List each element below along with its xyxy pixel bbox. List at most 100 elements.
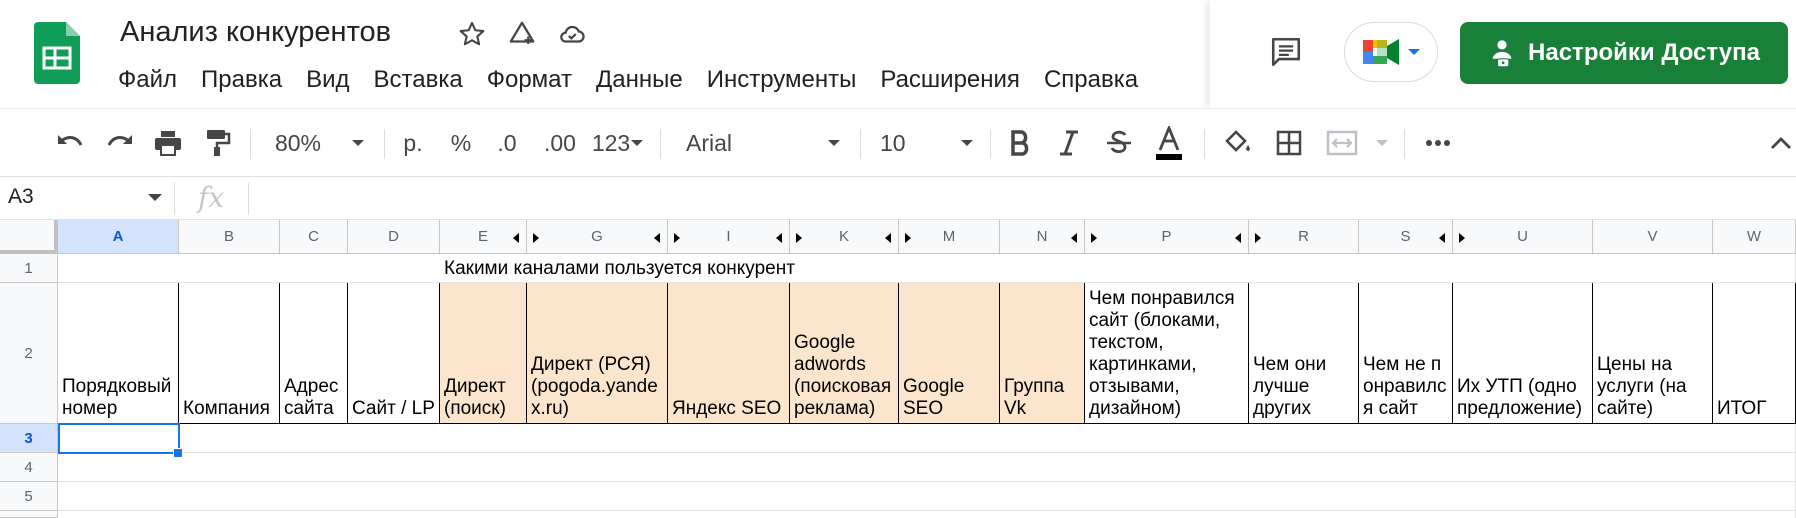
header-cell-direct-search[interactable]: Директ (поиск): [440, 283, 527, 424]
meet-button[interactable]: [1344, 22, 1438, 82]
font-size-select[interactable]: 10: [880, 109, 920, 177]
name-box-dropdown-icon[interactable]: [148, 194, 162, 201]
column-header-u[interactable]: U: [1453, 220, 1593, 254]
row-5[interactable]: [58, 482, 1796, 511]
font-dropdown-icon[interactable]: [822, 109, 846, 177]
header-cell-liked[interactable]: Чем понравился сайт (блоками, текстом, к…: [1085, 283, 1249, 424]
hidden-columns-left-icon[interactable]: [1235, 233, 1241, 243]
header-cell-better[interactable]: Чем они лучше других: [1249, 283, 1359, 424]
menu-help[interactable]: Справка: [1032, 66, 1150, 94]
column-header-d[interactable]: D: [348, 220, 440, 254]
header-cell-site-lp[interactable]: Сайт / LP: [348, 283, 440, 424]
fill-color-icon[interactable]: [1218, 109, 1256, 177]
column-header-i[interactable]: I: [668, 220, 790, 254]
hidden-columns-right-icon[interactable]: [1091, 233, 1097, 243]
more-options-icon[interactable]: [1420, 109, 1456, 177]
share-button[interactable]: Настройки Доступа: [1460, 22, 1788, 84]
font-size-dropdown-icon[interactable]: [955, 109, 979, 177]
menu-insert[interactable]: Вставка: [362, 66, 475, 94]
collapse-toolbar-icon[interactable]: [1766, 109, 1796, 177]
zoom-select[interactable]: 80%: [268, 109, 328, 177]
column-header-c[interactable]: C: [280, 220, 348, 254]
text-color-icon[interactable]: [1150, 109, 1188, 177]
more-formats-dropdown-icon[interactable]: [628, 109, 646, 177]
hidden-columns-left-icon[interactable]: [1071, 233, 1077, 243]
menu-view[interactable]: Вид: [294, 66, 361, 94]
bold-icon[interactable]: [1004, 109, 1038, 177]
row-3[interactable]: [58, 424, 1796, 453]
row-header-3[interactable]: 3: [0, 424, 58, 453]
percent-format-button[interactable]: %: [448, 109, 474, 177]
header-cell-site-address[interactable]: Адрес сайта: [280, 283, 348, 424]
menu-format[interactable]: Формат: [475, 66, 584, 94]
header-cell-direct-rsya[interactable]: Директ (РСЯ) (pogoda.yandex.ru): [527, 283, 668, 424]
undo-icon[interactable]: [50, 109, 90, 177]
row-6[interactable]: [58, 511, 1796, 518]
strikethrough-icon[interactable]: [1102, 109, 1136, 177]
hidden-columns-left-icon[interactable]: [513, 233, 519, 243]
decrease-decimal-label: .0: [497, 129, 517, 156]
star-icon[interactable]: [456, 18, 488, 50]
column-header-g[interactable]: G: [527, 220, 668, 254]
row-header-5[interactable]: 5: [0, 482, 58, 511]
column-header-a[interactable]: A: [58, 220, 179, 254]
column-header-k[interactable]: K: [790, 220, 899, 254]
decrease-decimal-button[interactable]: .0: [490, 109, 524, 177]
fill-handle[interactable]: [173, 448, 183, 458]
row-header-2[interactable]: 2: [0, 283, 58, 424]
hidden-columns-left-icon[interactable]: [776, 233, 782, 243]
hidden-columns-right-icon[interactable]: [905, 233, 911, 243]
move-to-folder-icon[interactable]: [506, 18, 538, 50]
header-cell-prices[interactable]: Цены на услуги (на сайте): [1593, 283, 1713, 424]
column-header-w[interactable]: W: [1713, 220, 1796, 254]
hidden-columns-left-icon[interactable]: [1439, 233, 1445, 243]
header-cell-disliked[interactable]: Чем не понравился сайт: [1359, 283, 1453, 424]
header-cell-google-adwords[interactable]: Google adwords (поисковая реклама): [790, 283, 899, 424]
header-cell-company[interactable]: Компания: [179, 283, 280, 424]
header-cell-number[interactable]: Порядковый номер: [58, 283, 179, 424]
hidden-columns-left-icon[interactable]: [885, 233, 891, 243]
zoom-dropdown-icon[interactable]: [346, 109, 370, 177]
header-cell-usp[interactable]: Их УТП (одно предложение): [1453, 283, 1593, 424]
header-cell-vk-group[interactable]: Группа Vk: [1000, 283, 1085, 424]
redo-icon[interactable]: [100, 109, 140, 177]
increase-decimal-button[interactable]: .00: [540, 109, 580, 177]
selected-cell[interactable]: [58, 423, 180, 454]
name-box[interactable]: A3: [8, 185, 34, 209]
column-header-m[interactable]: M: [899, 220, 1000, 254]
menu-extensions[interactable]: Расширения: [868, 66, 1032, 94]
row-header-4[interactable]: 4: [0, 453, 58, 482]
hidden-columns-left-icon[interactable]: [654, 233, 660, 243]
paint-format-icon[interactable]: [198, 109, 238, 177]
column-header-b[interactable]: B: [179, 220, 280, 254]
hidden-columns-right-icon[interactable]: [1459, 233, 1465, 243]
header-cell-yandex-seo[interactable]: Яндекс SEO: [668, 283, 790, 424]
menu-edit[interactable]: Правка: [189, 66, 294, 94]
italic-icon[interactable]: [1052, 109, 1086, 177]
hidden-columns-right-icon[interactable]: [533, 233, 539, 243]
header-cell-total[interactable]: ИТОГ: [1713, 283, 1796, 424]
row-4[interactable]: [58, 453, 1796, 482]
font-select[interactable]: Arial: [686, 109, 746, 177]
menu-file[interactable]: Файл: [118, 66, 189, 94]
header-cell-google-seo[interactable]: Google SEO: [899, 283, 1000, 424]
document-title[interactable]: Анализ конкурентов: [120, 16, 391, 49]
row-header-1[interactable]: 1: [0, 254, 58, 283]
group-title-cell[interactable]: Какими каналами пользуется конкурент: [440, 254, 1040, 283]
column-header-v[interactable]: V: [1593, 220, 1713, 254]
hidden-columns-right-icon[interactable]: [796, 233, 802, 243]
sheets-logo-icon[interactable]: [34, 22, 80, 84]
cloud-saved-icon[interactable]: [556, 18, 588, 50]
hidden-columns-right-icon[interactable]: [1255, 233, 1261, 243]
menu-data[interactable]: Данные: [584, 66, 695, 94]
print-icon[interactable]: [148, 109, 188, 177]
comments-button[interactable]: [1262, 30, 1310, 74]
hidden-columns-right-icon[interactable]: [674, 233, 680, 243]
currency-format-button[interactable]: р.: [398, 109, 428, 177]
menu-tools[interactable]: Инструменты: [695, 66, 869, 94]
borders-icon[interactable]: [1270, 109, 1308, 177]
column-header-p[interactable]: P: [1085, 220, 1249, 254]
row-header-6[interactable]: [0, 511, 58, 518]
select-all-corner[interactable]: [0, 220, 58, 254]
column-header-r[interactable]: R: [1249, 220, 1359, 254]
